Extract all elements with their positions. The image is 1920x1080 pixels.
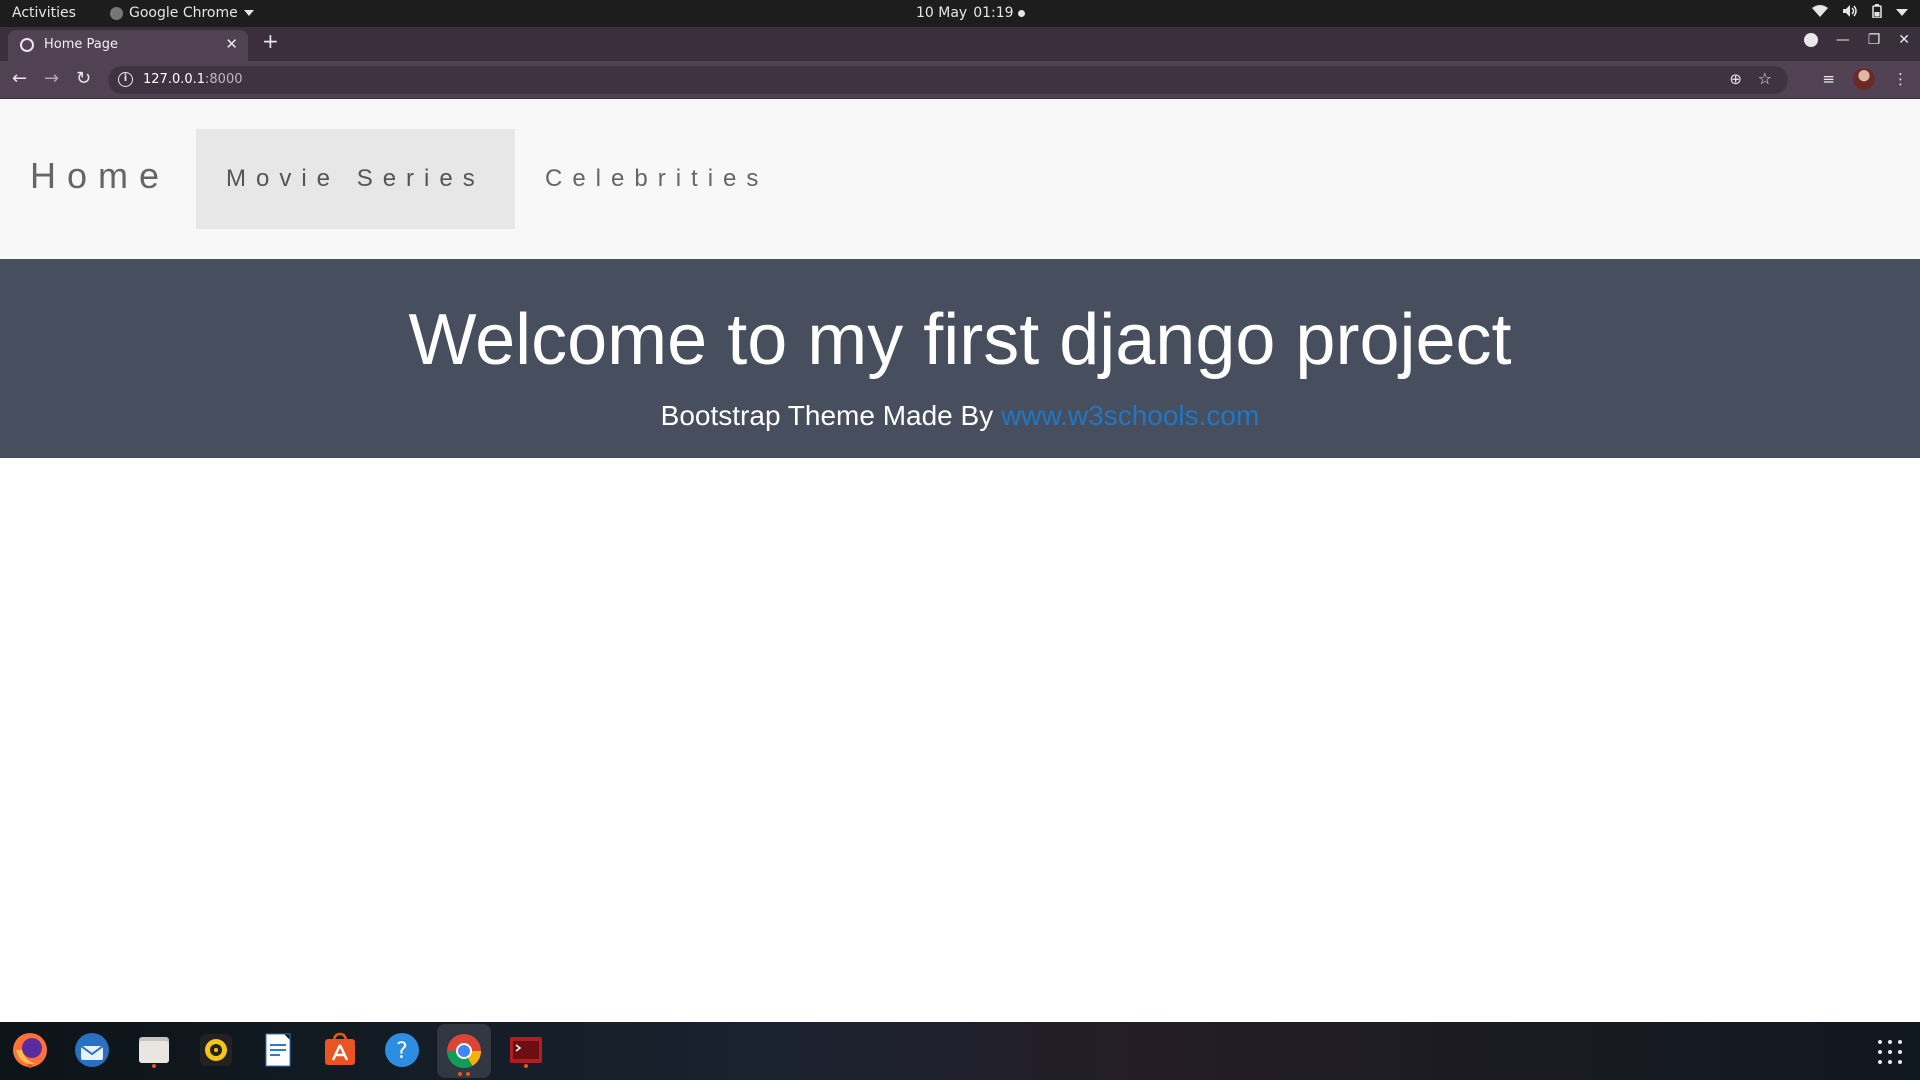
ubuntu-dock: ? bbox=[0, 1022, 1920, 1080]
tab-search-icon[interactable] bbox=[1803, 33, 1818, 47]
new-tab-button[interactable]: + bbox=[262, 29, 279, 53]
svg-text:?: ? bbox=[396, 1039, 408, 1064]
software-icon[interactable] bbox=[320, 1030, 360, 1070]
rhythmbox-icon[interactable] bbox=[196, 1030, 236, 1070]
system-top-bar: Activities Google Chrome 10 May 01:19 bbox=[0, 0, 1920, 27]
forward-arrow-icon[interactable]: → bbox=[44, 68, 59, 89]
notification-dot-icon bbox=[1018, 10, 1025, 17]
chrome-app-icon bbox=[110, 6, 123, 20]
system-menu-caret-icon[interactable] bbox=[1896, 6, 1908, 21]
thunderbird-icon[interactable] bbox=[72, 1030, 112, 1070]
tab-home-page[interactable]: Home Page ✕ bbox=[8, 30, 248, 61]
clock-time: 01:19 bbox=[973, 5, 1014, 21]
writer-icon[interactable] bbox=[258, 1030, 298, 1070]
reload-icon[interactable]: ↻ bbox=[76, 68, 91, 89]
nav-item-celebrities[interactable]: Celebrities bbox=[545, 165, 768, 193]
app-menu-label: Google Chrome bbox=[129, 5, 238, 21]
url-text: 127.0.0.1:8000 bbox=[143, 72, 243, 87]
media-controls-icon[interactable]: ≡ bbox=[1822, 70, 1835, 88]
bookmark-star-icon[interactable]: ☆ bbox=[1758, 69, 1772, 88]
wifi-icon[interactable] bbox=[1812, 4, 1828, 22]
help-icon[interactable]: ? bbox=[382, 1030, 422, 1070]
chrome-icon[interactable] bbox=[437, 1024, 491, 1078]
hero-subtitle: Bootstrap Theme Made By www.w3schools.co… bbox=[0, 400, 1920, 432]
caret-down-icon bbox=[243, 10, 254, 16]
close-window-icon[interactable]: ✕ bbox=[1898, 32, 1910, 48]
show-applications-icon[interactable] bbox=[1878, 1040, 1902, 1064]
close-tab-icon[interactable]: ✕ bbox=[225, 35, 238, 53]
back-arrow-icon[interactable]: ← bbox=[12, 68, 27, 89]
globe-favicon-icon bbox=[20, 38, 34, 52]
toolbar-actions: ≡ ⋮ bbox=[1822, 68, 1908, 90]
app-menu[interactable]: Google Chrome bbox=[110, 5, 254, 21]
minimize-icon[interactable]: — bbox=[1836, 32, 1850, 48]
window-controls: — ❐ ✕ bbox=[1803, 32, 1910, 48]
terminal-icon[interactable] bbox=[506, 1030, 546, 1070]
nav-item-movie-series[interactable]: Movie Series bbox=[196, 129, 515, 229]
w3schools-link[interactable]: www.w3schools.com bbox=[1001, 400, 1259, 431]
firefox-icon[interactable] bbox=[10, 1030, 50, 1070]
hero-banner: Welcome to my first django project Boots… bbox=[0, 259, 1920, 458]
activities-button[interactable]: Activities bbox=[12, 5, 76, 21]
volume-icon[interactable] bbox=[1842, 4, 1858, 22]
restore-icon[interactable]: ❐ bbox=[1868, 32, 1881, 48]
hero-subtitle-text: Bootstrap Theme Made By bbox=[660, 400, 1001, 431]
browser-toolbar: ← → ↻ i 127.0.0.1:8000 ⊕ ☆ ≡ ⋮ bbox=[0, 61, 1920, 99]
clock[interactable]: 10 May 01:19 bbox=[916, 5, 1014, 21]
files-icon[interactable] bbox=[134, 1030, 174, 1070]
site-info-icon[interactable]: i bbox=[118, 72, 133, 87]
chrome-menu-icon[interactable]: ⋮ bbox=[1893, 70, 1908, 88]
site-navbar: Home Movie Series Celebrities bbox=[0, 99, 1920, 259]
system-tray[interactable] bbox=[1812, 4, 1908, 22]
browser-tab-strip: Home Page ✕ + — ❐ ✕ bbox=[0, 27, 1920, 61]
address-bar[interactable]: i 127.0.0.1:8000 ⊕ ☆ bbox=[108, 66, 1788, 94]
navbar-brand-home[interactable]: Home bbox=[30, 155, 170, 197]
battery-icon[interactable] bbox=[1872, 4, 1882, 22]
clock-date: 10 May bbox=[916, 5, 968, 21]
profile-avatar[interactable] bbox=[1853, 68, 1875, 90]
hero-title: Welcome to my first django project bbox=[408, 300, 1512, 380]
zoom-icon[interactable]: ⊕ bbox=[1729, 70, 1742, 88]
tab-title: Home Page bbox=[44, 37, 118, 52]
